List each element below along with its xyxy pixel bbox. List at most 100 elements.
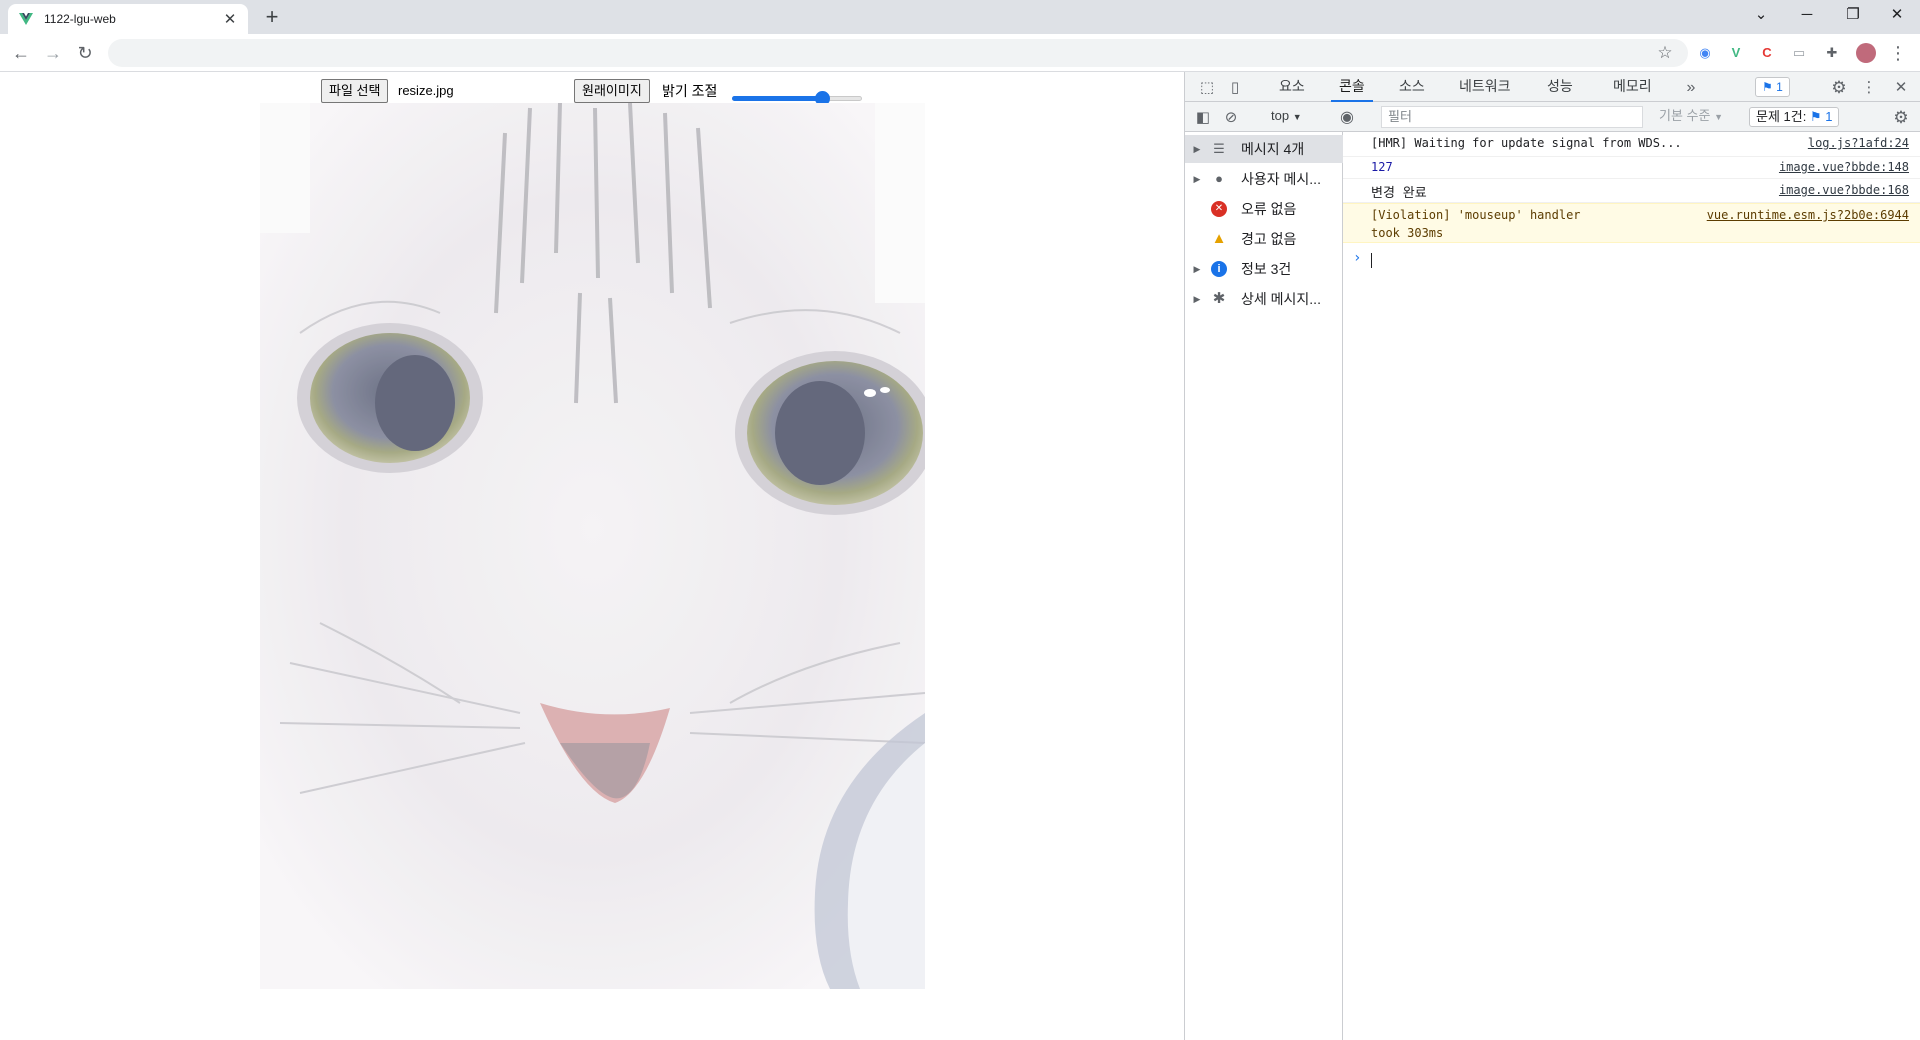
sidebar-item-label: 상세 메시지...	[1241, 291, 1321, 307]
back-icon[interactable]: ←	[7, 39, 35, 67]
file-name-label: resize.jpg	[398, 83, 454, 98]
bookmark-star-icon[interactable]: ☆	[1651, 39, 1679, 67]
message-source-link[interactable]: image.vue?bbde:148	[1779, 160, 1909, 174]
issues-count: 1	[1776, 80, 1783, 94]
context-label: top	[1271, 108, 1290, 123]
chevron-down-icon: ▼	[1292, 112, 1302, 122]
sidebar-item-user-messages[interactable]: ▶ ● 사용자 메시...	[1185, 165, 1343, 193]
expand-triangle-icon: ▶	[1193, 173, 1201, 184]
tab-performance[interactable]: 성능	[1539, 72, 1581, 102]
console-settings-gear-icon[interactable]: ⚙	[1891, 108, 1911, 128]
cat-photo	[260, 103, 925, 989]
sidebar-item-label: 경고 없음	[1241, 231, 1297, 247]
browser-tab[interactable]: 1122-lgu-web ✕	[8, 4, 248, 34]
context-selector[interactable]: top ▼	[1263, 102, 1310, 132]
file-select-button[interactable]: 파일 선택	[321, 79, 389, 103]
tab-title: 1122-lgu-web	[44, 12, 116, 26]
live-expression-eye-icon[interactable]: ◉	[1337, 108, 1357, 128]
console-message: 127 image.vue?bbde:148	[1343, 157, 1920, 179]
sidebar-item-label: 오류 없음	[1241, 201, 1297, 217]
user-icon: ●	[1215, 171, 1223, 186]
message-text: 127	[1371, 160, 1393, 174]
sidebar-item-info[interactable]: ▶ i 정보 3건	[1185, 255, 1343, 283]
browser-tab-strip: 1122-lgu-web ✕ + ⌄ ─ ❐ ✕	[0, 0, 1920, 34]
message-source-link[interactable]: vue.runtime.esm.js?2b0e:6944	[1707, 208, 1909, 222]
more-tabs-icon[interactable]: »	[1681, 78, 1701, 98]
console-message: 변경 완료 image.vue?bbde:168	[1343, 179, 1920, 203]
error-icon: ✕	[1211, 201, 1227, 217]
log-level-label: 기본 수준	[1659, 108, 1711, 123]
device-toolbar-icon[interactable]: ▯	[1225, 78, 1245, 98]
message-text: [Violation] 'mouseup' handler took 303ms	[1371, 208, 1581, 240]
puzzle-extensions-icon[interactable]: ✚	[1822, 43, 1842, 63]
slider-fill	[732, 96, 823, 101]
expand-triangle-icon: ▶	[1193, 263, 1201, 274]
sidebar-item-label: 정보 3건	[1241, 261, 1292, 277]
tab-sources[interactable]: 소스	[1391, 72, 1433, 102]
sidebar-item-verbose[interactable]: ▶ ✱ 상세 메시지...	[1185, 285, 1343, 313]
warning-icon: ▲	[1211, 230, 1227, 247]
sidebar-item-warnings[interactable]: ▲ 경고 없음	[1185, 225, 1343, 253]
console-sidebar: ▶ ☰ 메시지 4개 ▶ ● 사용자 메시... ✕ 오류 없음 ▲ 경고 없음…	[1185, 132, 1343, 1040]
issues-counter-badge[interactable]: ⚑ 1	[1755, 77, 1790, 97]
tab-memory[interactable]: 메모리	[1605, 72, 1660, 102]
message-source-link[interactable]: image.vue?bbde:168	[1779, 183, 1909, 197]
message-text: 변경 완료	[1371, 186, 1427, 201]
devtools-tab-bar: ⬚ ▯ 요소 콘솔 소스 네트워크 성능 메모리 » ⚑ 1 ⚙ ⋮ ✕	[1185, 72, 1920, 102]
expand-triangle-icon: ▶	[1193, 293, 1201, 304]
bug-icon: ✱	[1212, 290, 1226, 307]
message-text: [HMR] Waiting for update signal from WDS…	[1371, 136, 1682, 150]
sidebar-toggle-icon[interactable]: ◧	[1193, 108, 1213, 128]
list-icon: ☰	[1213, 141, 1225, 156]
tab-search-icon[interactable]: ⌄	[1738, 0, 1784, 30]
filter-input[interactable]: 필터	[1381, 106, 1643, 128]
devtools-panel: ⬚ ▯ 요소 콘솔 소스 네트워크 성능 메모리 » ⚑ 1 ⚙ ⋮ ✕ ◧ ⊘…	[1184, 72, 1920, 1040]
tab-close-icon[interactable]: ✕	[222, 10, 238, 28]
avatar[interactable]	[1856, 43, 1876, 63]
issues-summary-count: 1	[1825, 109, 1833, 124]
settings-gear-icon[interactable]: ⚙	[1829, 78, 1849, 98]
expand-triangle-icon: ▶	[1193, 143, 1201, 154]
message-source-link[interactable]: log.js?1afd:24	[1808, 136, 1909, 150]
tab-elements[interactable]: 요소	[1271, 72, 1313, 102]
minimize-button[interactable]: ─	[1784, 0, 1830, 30]
sidebar-item-errors[interactable]: ✕ 오류 없음	[1185, 195, 1343, 223]
forward-icon[interactable]: →	[39, 39, 67, 67]
vue-logo-icon	[19, 13, 33, 25]
sidebar-item-label: 사용자 메시...	[1241, 171, 1321, 187]
new-tab-button[interactable]: +	[258, 4, 286, 32]
address-bar[interactable]	[108, 39, 1688, 67]
sidebar-item-label: 메시지 4개	[1241, 141, 1305, 157]
tab-network[interactable]: 네트워크	[1451, 72, 1519, 102]
devtools-menu-icon[interactable]: ⋮	[1859, 78, 1879, 98]
reload-icon[interactable]: ↻	[71, 39, 99, 67]
restore-button[interactable]: ❐	[1830, 0, 1876, 30]
window-close-button[interactable]: ✕	[1874, 0, 1920, 30]
console-toolbar: ◧ ⊘ top ▼ ◉ 필터 기본 수준 ▼ 문제 1건: ⚑ 1 ⚙	[1185, 102, 1920, 132]
issues-summary-label: 문제 1건:	[1756, 109, 1807, 124]
console-prompt-icon: ›	[1353, 250, 1362, 266]
chrome-color-ext-icon[interactable]: ◉	[1695, 43, 1715, 63]
console-message: [HMR] Waiting for update signal from WDS…	[1343, 132, 1920, 157]
red-c-ext-icon[interactable]: C	[1757, 43, 1777, 63]
original-image-button[interactable]: 원래이미지	[574, 79, 650, 103]
brightness-label: 밝기 조절	[662, 83, 718, 99]
info-icon: i	[1211, 261, 1227, 277]
sidebar-item-messages[interactable]: ▶ ☰ 메시지 4개	[1185, 135, 1343, 163]
tab-console[interactable]: 콘솔	[1331, 72, 1373, 102]
cast-ext-icon[interactable]: ▭	[1789, 43, 1809, 63]
console-input[interactable]	[1371, 253, 1372, 268]
console-warning-message: [Violation] 'mouseup' handler took 303ms…	[1343, 203, 1920, 243]
log-level-dropdown[interactable]: 기본 수준 ▼	[1651, 102, 1731, 132]
page-viewport: 파일 선택 resize.jpg 원래이미지 밝기 조절	[0, 72, 1184, 1040]
inspect-element-icon[interactable]: ⬚	[1197, 78, 1217, 98]
chevron-down-icon: ▼	[1714, 112, 1723, 122]
devtools-close-icon[interactable]: ✕	[1891, 78, 1911, 98]
browser-menu-icon[interactable]: ⋮	[1884, 39, 1912, 67]
browser-toolbar: ← → ↻ ☆ ◉ V C ▭ ✚ ⋮	[0, 34, 1920, 72]
issue-flag-icon: ⚑	[1809, 109, 1822, 124]
issues-summary-badge[interactable]: 문제 1건: ⚑ 1	[1749, 107, 1840, 127]
clear-console-icon[interactable]: ⊘	[1221, 108, 1241, 128]
vue-devtools-icon[interactable]: V	[1726, 43, 1746, 63]
console-output: [HMR] Waiting for update signal from WDS…	[1343, 132, 1920, 1040]
